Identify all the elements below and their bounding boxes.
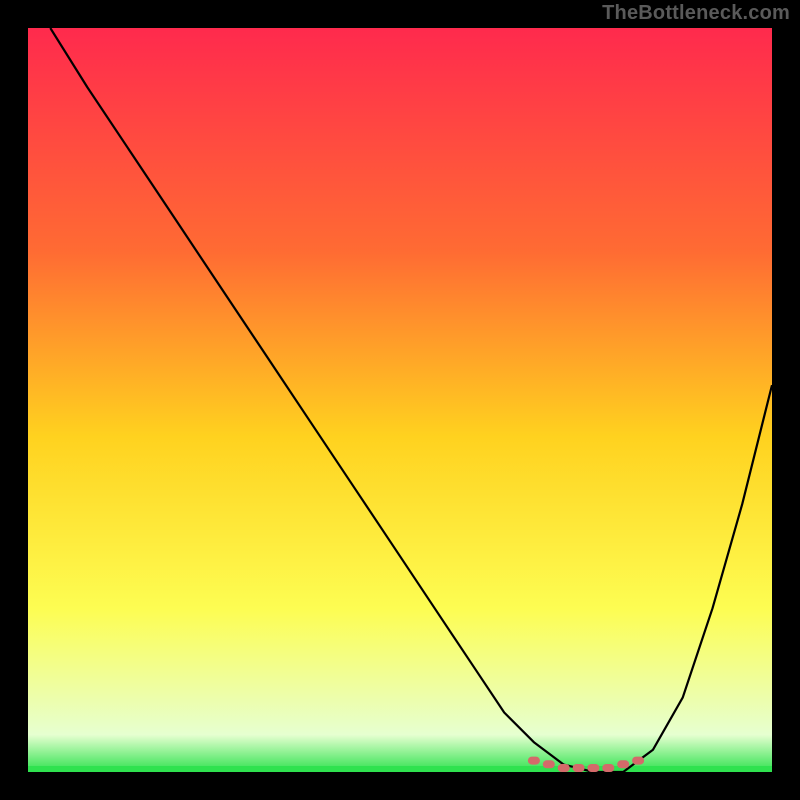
chart-frame: TheBottleneck.com: [0, 0, 800, 800]
watermark-text: TheBottleneck.com: [602, 2, 790, 25]
baseline-strip: [28, 766, 772, 772]
plot-area: [28, 28, 772, 772]
gradient-background: [28, 28, 772, 772]
optimal-marker: [573, 764, 585, 772]
optimal-marker: [602, 764, 614, 772]
optimal-marker: [543, 760, 555, 768]
optimal-marker: [632, 757, 644, 765]
optimal-marker: [587, 764, 599, 772]
optimal-marker: [617, 760, 629, 768]
optimal-marker: [558, 764, 570, 772]
optimal-marker: [528, 757, 540, 765]
chart-svg: [28, 28, 772, 772]
